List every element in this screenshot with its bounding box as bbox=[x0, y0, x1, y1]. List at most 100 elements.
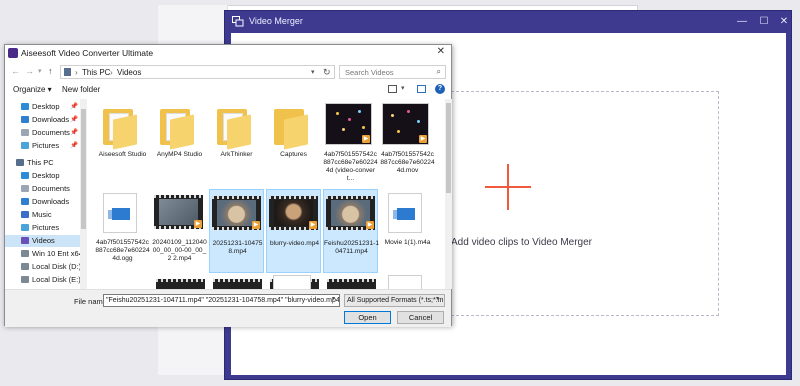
file-item-folder[interactable]: AnyMP4 Studio bbox=[152, 101, 207, 185]
address-dropdown-icon[interactable]: ▾ bbox=[311, 68, 315, 76]
close-button[interactable]: ✕ bbox=[777, 15, 791, 28]
file-item-partial-doc[interactable] bbox=[388, 275, 422, 289]
dialog-close-button[interactable]: ✕ bbox=[437, 46, 445, 57]
file-item-video[interactable]: ▶ 20240109_112040 00_00_00-00_00_2 2.mp4 bbox=[152, 189, 207, 273]
nav-item-pictures-pc[interactable]: Pictures bbox=[5, 222, 87, 234]
nav-item-desktop[interactable]: Desktop 📌 bbox=[5, 101, 87, 113]
file-name: Feishu20251231-104711.mp4 bbox=[324, 240, 379, 255]
nav-item-this-pc[interactable]: This PC bbox=[5, 157, 87, 169]
desktop-icon bbox=[21, 103, 29, 110]
search-icon[interactable]: ⌕ bbox=[437, 67, 441, 77]
breadcrumb-separator-icon[interactable]: › bbox=[110, 68, 113, 77]
video-thumbnail bbox=[156, 279, 205, 289]
file-list-scrollbar-thumb[interactable] bbox=[446, 103, 451, 193]
file-item-document[interactable]: Movie 1(1).m4a bbox=[380, 189, 435, 273]
nav-item-label: Downloads bbox=[32, 115, 70, 124]
organize-button[interactable]: Organize ▾ bbox=[13, 85, 52, 94]
maximize-button[interactable]: ☐ bbox=[757, 15, 771, 28]
file-name: 4ab7f501557542c887cc68e7e602244d.ogg bbox=[95, 239, 150, 262]
file-item-partial[interactable] bbox=[211, 279, 266, 289]
nav-item-documents[interactable]: Documents 📌 bbox=[5, 127, 87, 139]
refresh-icon[interactable]: ↻ bbox=[323, 67, 331, 78]
documents-icon bbox=[21, 129, 29, 136]
desktop-icon bbox=[21, 172, 29, 179]
nav-item-pictures[interactable]: Pictures 📌 bbox=[5, 140, 87, 152]
search-input[interactable]: Search Videos ⌕ bbox=[339, 65, 446, 79]
file-item-video-selected[interactable]: ▶ Feishu20251231-104711.mp4 bbox=[323, 189, 379, 273]
file-item-video-selected[interactable]: ▶ 20251231-104758.mp4 bbox=[209, 189, 264, 273]
file-item-folder[interactable]: ArkThinker bbox=[209, 101, 264, 185]
cancel-button[interactable]: Cancel bbox=[397, 311, 444, 324]
file-type-dropdown-icon[interactable]: ▾ bbox=[436, 295, 439, 302]
media-file-icon bbox=[388, 193, 422, 233]
nav-item-label: Music bbox=[32, 210, 52, 219]
pictures-icon bbox=[21, 142, 29, 149]
back-arrow-icon[interactable]: ← bbox=[11, 66, 20, 76]
play-icon: ▶ bbox=[366, 221, 374, 229]
pin-icon: 📌 bbox=[70, 129, 79, 136]
file-item-partial[interactable] bbox=[154, 279, 209, 289]
drop-zone-label: Add video clips to Video Merger bbox=[451, 237, 593, 248]
nav-item-label: Downloads bbox=[32, 197, 70, 206]
video-thumbnail: ▶ bbox=[382, 103, 429, 145]
breadcrumb-separator-icon[interactable]: › bbox=[75, 68, 78, 77]
file-item-folder[interactable]: Captures bbox=[266, 101, 321, 185]
up-arrow-icon[interactable]: ↑ bbox=[48, 66, 53, 76]
file-name-dropdown-icon[interactable]: ▾ bbox=[332, 295, 335, 302]
file-item-partial-doc[interactable] bbox=[273, 275, 311, 289]
app-logo-icon bbox=[8, 48, 18, 58]
nav-item-music[interactable]: Music bbox=[5, 209, 87, 221]
nav-item-downloads[interactable]: Downloads 📌 bbox=[5, 114, 87, 126]
nav-item-documents-pc[interactable]: Documents bbox=[5, 183, 87, 195]
new-folder-button[interactable]: New folder bbox=[62, 85, 100, 94]
file-item-video[interactable]: ▶ 4ab7f501557542c887cc68e7e602244d.mov bbox=[380, 101, 435, 185]
address-box[interactable]: › This PC › Videos ▾ ↻ bbox=[60, 65, 335, 79]
nav-item-label: This PC bbox=[27, 158, 54, 167]
play-icon: ▶ bbox=[194, 220, 202, 228]
file-item-folder[interactable]: Aiseesoft Studio bbox=[95, 101, 150, 185]
file-item-document[interactable]: 4ab7f501557542c887cc68e7e602244d.ogg bbox=[95, 189, 150, 273]
nav-item-desktop-pc[interactable]: Desktop bbox=[5, 170, 87, 182]
breadcrumb-this-pc[interactable]: This PC bbox=[82, 68, 110, 77]
add-plus-icon-vertical[interactable] bbox=[507, 164, 509, 210]
nav-item-local-disk-d[interactable]: Local Disk (D:) bbox=[5, 261, 87, 273]
address-bar-row: ← → ▾ ↑ › This PC › Videos ▾ ↻ Search Vi… bbox=[5, 63, 451, 81]
drive-icon bbox=[21, 250, 29, 257]
pin-icon: 📌 bbox=[70, 142, 79, 149]
file-name: 20251231-104758.mp4 bbox=[212, 240, 263, 255]
preview-pane-icon[interactable] bbox=[417, 85, 426, 93]
file-name-input[interactable]: "Feishu20251231-104711.mp4" "20251231-10… bbox=[103, 294, 340, 307]
open-button[interactable]: Open bbox=[344, 311, 391, 324]
play-icon: ▶ bbox=[309, 221, 317, 229]
file-item-partial[interactable] bbox=[325, 279, 380, 289]
file-list-scrollbar[interactable] bbox=[445, 99, 452, 289]
file-name: Movie 1(1).m4a bbox=[384, 239, 431, 246]
folder-icon bbox=[160, 109, 194, 150]
nav-item-videos[interactable]: Videos bbox=[5, 235, 87, 247]
dialog-titlebar: Aiseesoft Video Converter Ultimate ✕ bbox=[5, 45, 451, 61]
nav-scrollbar-thumb[interactable] bbox=[81, 109, 86, 229]
command-bar: Organize ▾ New folder ▾ ? bbox=[5, 83, 451, 97]
documents-icon bbox=[21, 185, 29, 192]
downloads-icon bbox=[21, 198, 29, 205]
view-options-icon[interactable] bbox=[388, 85, 397, 93]
file-item-video-selected[interactable]: ▶ blurry-video.mp4 bbox=[266, 189, 321, 273]
minimize-button[interactable]: — bbox=[735, 15, 749, 28]
video-thumbnail bbox=[327, 279, 376, 289]
recent-dropdown-icon[interactable]: ▾ bbox=[38, 67, 42, 75]
breadcrumb-videos[interactable]: Videos bbox=[117, 68, 141, 77]
nav-scrollbar[interactable] bbox=[80, 99, 87, 289]
nav-item-win10-drive[interactable]: Win 10 Ent x64 ( bbox=[5, 248, 87, 260]
file-type-filter[interactable]: All Supported Formats (*.ts;*.m bbox=[344, 294, 445, 307]
nav-item-label: Pictures bbox=[32, 141, 60, 150]
view-dropdown-icon[interactable]: ▾ bbox=[401, 84, 405, 92]
file-item-video[interactable]: ▶ 4ab7f501557542c887cc68e7e602244d (vide… bbox=[323, 101, 378, 185]
nav-item-downloads-pc[interactable]: Downloads bbox=[5, 196, 87, 208]
search-placeholder: Search Videos bbox=[345, 68, 394, 77]
forward-arrow-icon[interactable]: → bbox=[25, 66, 34, 76]
nav-item-local-disk-e[interactable]: Local Disk (E:) bbox=[5, 274, 87, 286]
file-name: 4ab7f501557542c887cc68e7e602244d.mov bbox=[380, 151, 435, 174]
file-name: Captures bbox=[280, 151, 307, 158]
help-icon[interactable]: ? bbox=[435, 84, 445, 94]
folder-icon bbox=[103, 109, 137, 150]
